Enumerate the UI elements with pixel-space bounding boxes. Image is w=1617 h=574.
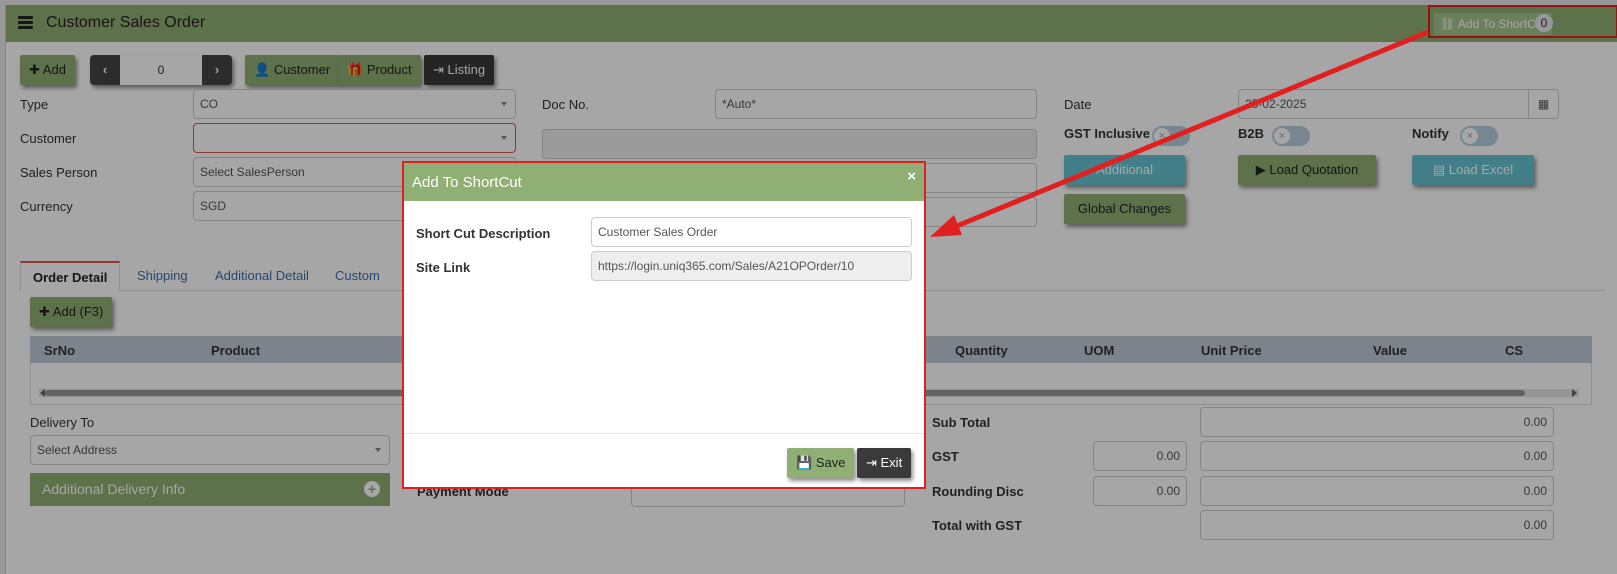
arrow-shaft — [951, 29, 1429, 231]
annotation-arrow — [930, 29, 1429, 237]
arrow-head — [930, 215, 962, 237]
